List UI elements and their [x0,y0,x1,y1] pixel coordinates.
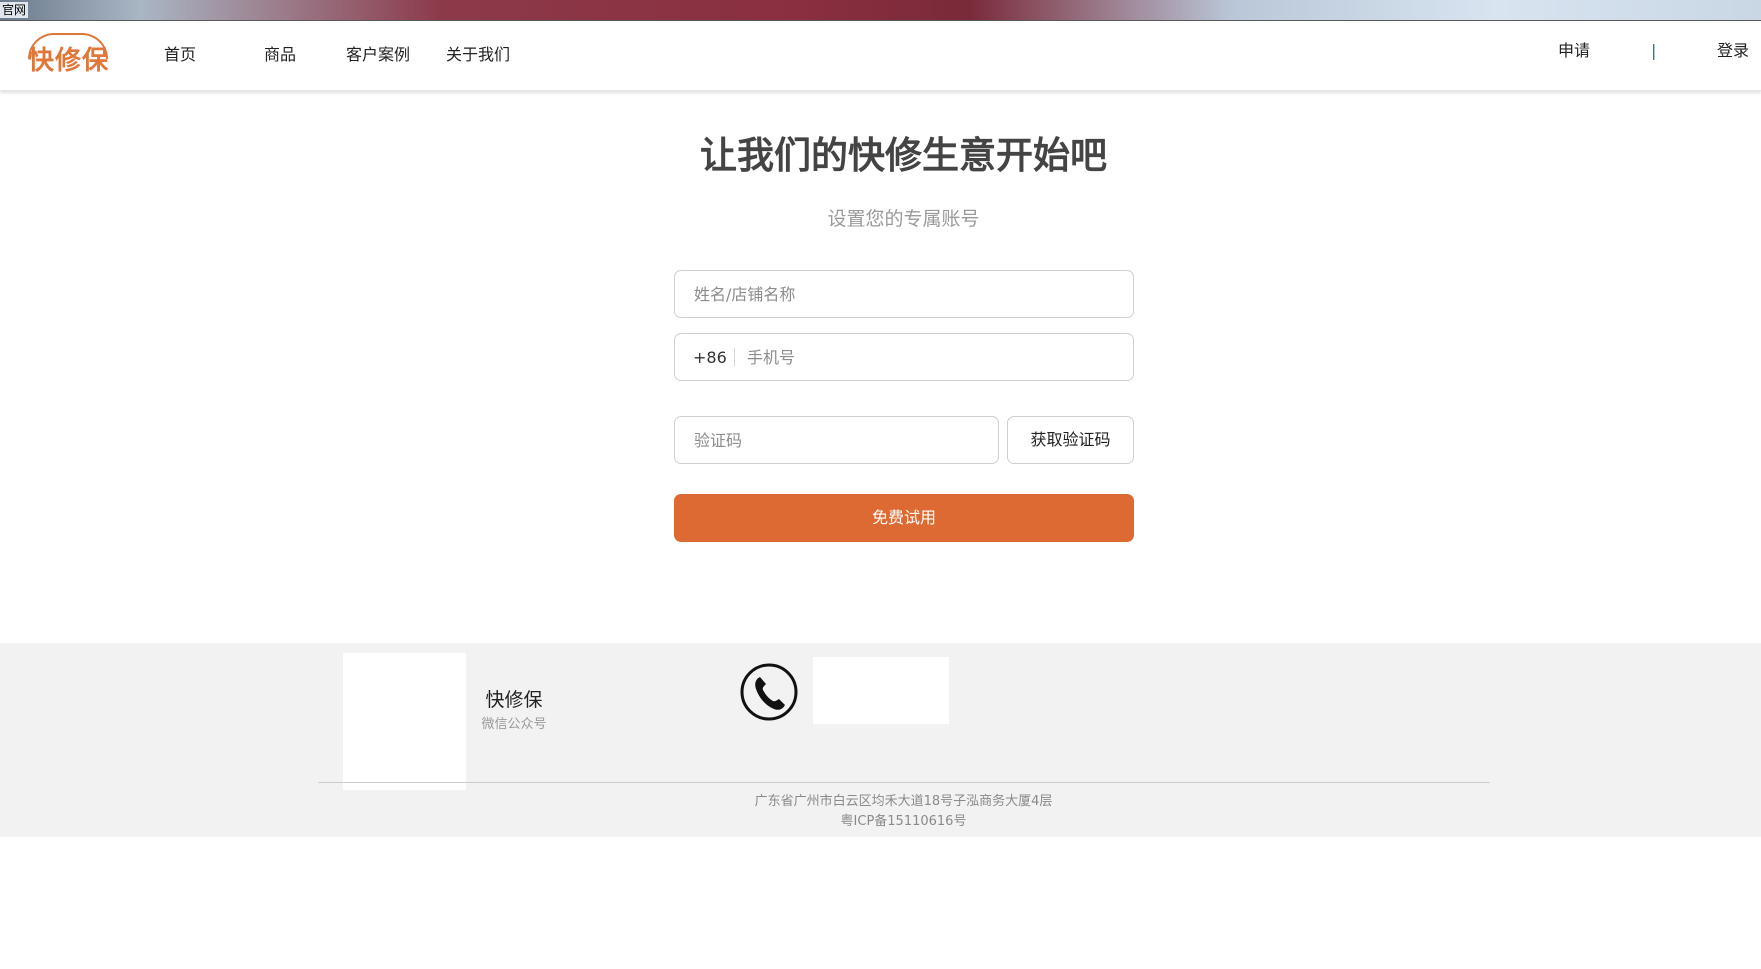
free-trial-button[interactable]: 免费试用 [674,494,1134,542]
qr-subtitle: 微信公众号 [481,717,547,732]
window-title: 官网 [0,2,29,18]
browser-titlebar: 官网 [0,0,1761,21]
page-title: 让我们的快修生意开始吧 [700,134,1107,177]
phone-icon [740,663,798,721]
name-input[interactable] [675,271,1133,317]
company-address: 广东省广州市白云区均禾大道18号子泓商务大厦4层 [754,794,1053,809]
name-field-container [674,270,1134,318]
code-field-container [674,416,999,464]
phone-prefix-divider [734,348,735,366]
login-link[interactable]: 登录 [1717,41,1749,61]
footer-divider [318,782,1490,783]
qr-title: 快修保 [485,689,543,711]
verification-code-input[interactable] [675,417,998,463]
get-code-button[interactable]: 获取验证码 [1007,416,1134,464]
phone-field-container: +86 [674,333,1134,381]
site-header: 快修保 首页 商品 客户案例 关于我们 申请 | 登录 [0,21,1761,91]
nav-separator: | [1651,41,1657,60]
apply-link[interactable]: 申请 [1558,41,1590,61]
phone-country-code: +86 [693,348,727,367]
page-subtitle: 设置您的专属账号 [827,208,980,230]
nav-item-home[interactable]: 首页 [164,45,196,65]
nav-item-about[interactable]: 关于我们 [446,45,510,65]
site-footer: 快修保 微信公众号 广东省广州市白云区均禾大道18号子泓商务大厦4层 粤ICP备… [0,643,1761,837]
wechat-qr-code [343,653,466,790]
phone-input-wrap [737,334,1133,380]
icp-license: 粤ICP备15110616号 [840,814,967,829]
phone-input[interactable] [737,334,1133,380]
site-logo[interactable]: 快修保 [24,31,114,79]
nav-item-products[interactable]: 商品 [264,45,296,65]
logo-text: 快修保 [28,46,110,76]
phone-qr-placeholder [813,657,949,724]
nav-item-cases[interactable]: 客户案例 [346,45,410,65]
